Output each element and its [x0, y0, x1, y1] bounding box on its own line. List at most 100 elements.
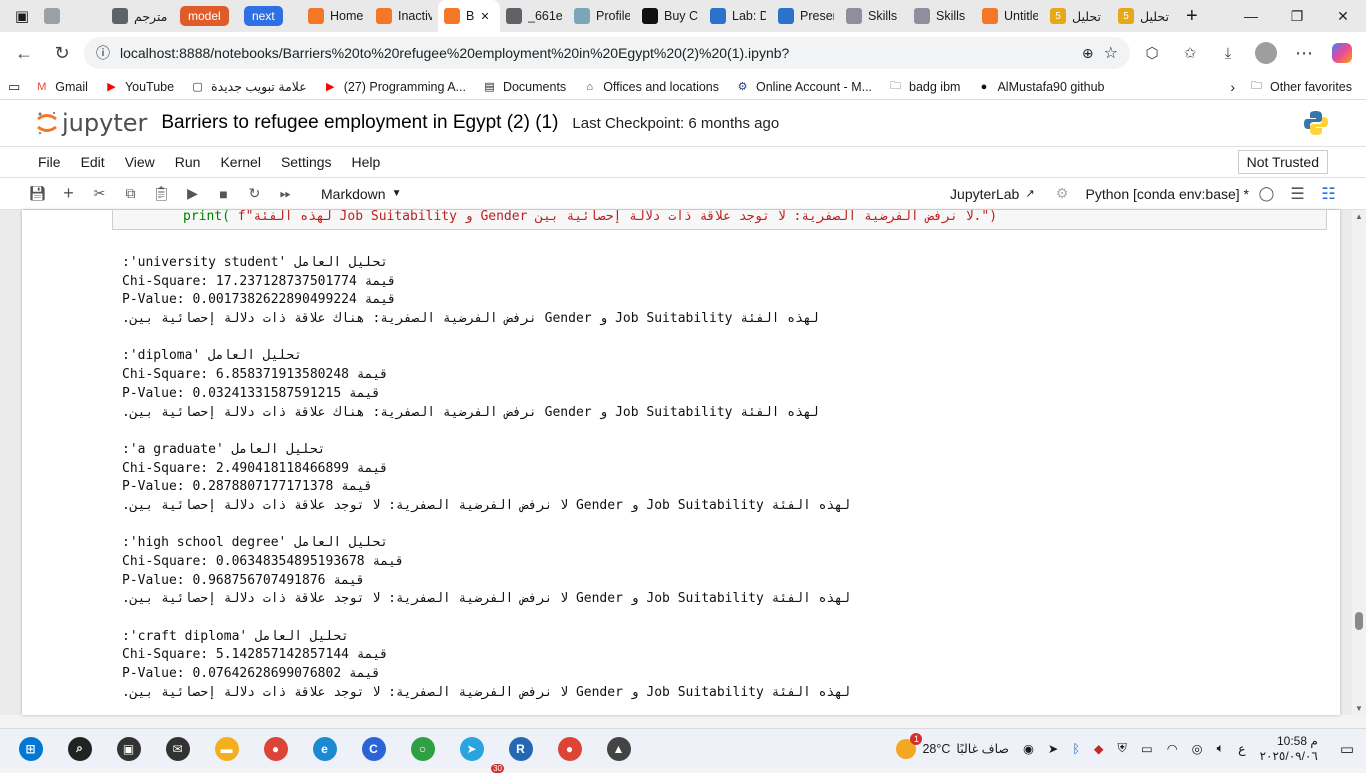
bookmark-item[interactable]: 🗀 badg ibm [888, 79, 960, 94]
taskbar-xbox[interactable]: ○ [398, 729, 447, 769]
url-field[interactable]: ⓘ localhost:8888/notebooks/Barriers%20to… [84, 37, 1130, 69]
weather-widget[interactable]: 1 28°C صاف غالبًا [896, 732, 1009, 759]
browser-tab[interactable]: 5 تحليل [1044, 0, 1112, 32]
restart-icon[interactable]: ↻ [241, 181, 268, 207]
jupyterlab-link[interactable]: JupyterLab ↗ [950, 186, 1035, 202]
run-all-icon[interactable]: ⏩︎ [272, 181, 299, 207]
browser-tab[interactable]: Skills [908, 0, 976, 32]
minimize-button[interactable]: — [1228, 0, 1274, 32]
favorite-star-icon[interactable]: ☆ [1104, 43, 1118, 63]
taskbar-telegram[interactable]: ➤ 30 [447, 729, 504, 773]
extensions-icon[interactable]: ⬡ [1136, 37, 1168, 69]
back-button[interactable]: ← [8, 37, 40, 69]
site-info-icon[interactable]: ⓘ [96, 43, 110, 63]
menu-kernel[interactable]: Kernel [210, 154, 270, 170]
clock[interactable]: 10:58 م ٢٠٢٥/٠٩/٠٦ [1260, 734, 1318, 764]
restore-button[interactable]: ❐ [1274, 0, 1320, 32]
close-tab-icon[interactable]: ✕ [480, 10, 489, 23]
menu-settings[interactable]: Settings [271, 154, 342, 170]
stop-icon[interactable]: ■ [210, 181, 237, 207]
menu-help[interactable]: Help [342, 154, 391, 170]
hamburger-menu-icon[interactable]: ☰ [1284, 181, 1311, 207]
copilot-icon[interactable] [1326, 37, 1358, 69]
insert-cell-icon[interactable]: + [55, 181, 82, 207]
bookmark-item[interactable]: M Gmail [34, 79, 88, 94]
browser-tab[interactable]: Preser [772, 0, 840, 32]
browser-tab[interactable]: model [174, 0, 238, 32]
bookmark-item[interactable]: ⌂ Offices and locations [582, 79, 719, 94]
taskbar-chrome[interactable]: ● [251, 729, 300, 769]
browser-tab[interactable]: _661e [500, 0, 568, 32]
taskbar-mail[interactable]: ✉ [153, 729, 202, 769]
downloads-icon[interactable]: ⤓ [1212, 37, 1244, 69]
browser-tab[interactable]: next [238, 0, 302, 32]
browser-tab[interactable]: Buy C [636, 0, 704, 32]
taskbar-copilot[interactable]: C [349, 729, 398, 769]
jupyter-logo[interactable]: jupyter [36, 109, 147, 137]
taskbar-file-explorer[interactable]: ▬ [202, 729, 251, 769]
cell-type-select[interactable]: Markdown ▼ [313, 186, 410, 202]
taskbar-task-view[interactable]: ▣ [104, 729, 153, 769]
taskbar-chrome-2[interactable]: ● [545, 729, 594, 769]
browser-tab[interactable] [38, 0, 106, 32]
code-cell[interactable]: print( f"لهذه الفئة Job Suitability و Ge… [112, 210, 1327, 230]
taskbar-search[interactable]: ⌕ [55, 729, 104, 769]
trust-status-button[interactable]: Not Trusted [1237, 150, 1328, 174]
save-icon[interactable]: 💾︎ [24, 181, 51, 207]
bookmark-item[interactable]: ⚙ Online Account - M... [735, 79, 872, 94]
reload-button[interactable]: ↻ [46, 37, 78, 69]
browser-tab[interactable]: Lab: D [704, 0, 772, 32]
kernel-name[interactable]: Python [conda env:base] * [1086, 186, 1249, 202]
browser-tab[interactable]: B ✕ [438, 0, 500, 32]
scroll-up-icon[interactable]: ▲ [1355, 212, 1363, 221]
close-window-button[interactable]: ✕ [1320, 0, 1366, 32]
more-menu-icon[interactable]: ⋯ [1288, 37, 1320, 69]
battery-icon[interactable]: ▭ [1141, 741, 1153, 756]
browser-tab[interactable]: Profile [568, 0, 636, 32]
bluetooth-icon[interactable]: ᛒ [1072, 742, 1080, 756]
browser-tab[interactable]: Skills [840, 0, 908, 32]
bookmarks-overflow-icon[interactable]: › [1230, 79, 1235, 95]
menu-edit[interactable]: Edit [71, 154, 115, 170]
new-tab-button[interactable]: + [1180, 0, 1204, 32]
cut-icon[interactable]: ✂ [86, 181, 113, 207]
bookmark-item[interactable]: ▢ علامة تبويب جديدة [190, 79, 306, 94]
browser-tab[interactable]: Home [302, 0, 370, 32]
scrollbar-thumb[interactable] [1355, 612, 1363, 630]
camera-icon[interactable]: ◎ [1192, 741, 1203, 756]
paste-icon[interactable]: 📋︎ [148, 181, 175, 207]
browser-tab[interactable]: Untitle [976, 0, 1044, 32]
taskbar-r-lang[interactable]: R [496, 729, 545, 769]
run-icon[interactable]: ▶ [179, 181, 206, 207]
sidebar-toggle-icon[interactable]: ▣ [6, 0, 38, 32]
bookmark-item[interactable]: ▶ YouTube [104, 79, 174, 94]
bookmark-item[interactable]: ▤ Documents [482, 79, 566, 94]
bookmark-menu-icon[interactable]: ▭ [8, 79, 20, 95]
security-icon[interactable]: ⛨ [1118, 741, 1127, 756]
menu-file[interactable]: File [28, 154, 71, 170]
property-inspector-icon[interactable]: ☷ [1315, 181, 1342, 207]
menu-run[interactable]: Run [165, 154, 211, 170]
wifi-icon[interactable]: ◠ [1167, 741, 1178, 756]
kernel-settings-icon[interactable]: ⚙ [1049, 181, 1076, 207]
browser-tab[interactable]: مترجم [106, 0, 174, 32]
taskbar-edge[interactable]: e [300, 729, 349, 769]
menu-view[interactable]: View [115, 154, 165, 170]
notebook-title[interactable]: Barriers to refugee employment in Egypt … [161, 112, 558, 134]
scrollbar[interactable]: ▲ ▼ [1352, 210, 1366, 715]
browser-tab[interactable]: Inactiv [370, 0, 438, 32]
bookmark-item[interactable]: ● AlMustafa90 github [976, 79, 1105, 94]
notifications-icon[interactable]: ▭ [1340, 740, 1354, 758]
telegram-tray-icon[interactable]: ➤ [1048, 741, 1058, 756]
zoom-icon[interactable]: ⊕ [1082, 45, 1094, 62]
copilot-tray-icon[interactable]: ◉ [1023, 741, 1034, 756]
volume-icon[interactable]: 🔈︎ [1217, 741, 1225, 756]
browser-tab[interactable]: 5 تحليل [1112, 0, 1180, 32]
taskbar-photos[interactable]: ▲ [594, 729, 643, 769]
favorites-icon[interactable]: ✩ [1174, 37, 1206, 69]
other-favorites[interactable]: 🗀 Other favorites [1249, 79, 1352, 94]
scroll-down-icon[interactable]: ▼ [1355, 704, 1363, 713]
input-language[interactable]: ع [1238, 741, 1245, 756]
bookmark-item[interactable]: ▶ (27) Programming A... [323, 79, 466, 94]
copy-icon[interactable]: ⧉ [117, 181, 144, 207]
